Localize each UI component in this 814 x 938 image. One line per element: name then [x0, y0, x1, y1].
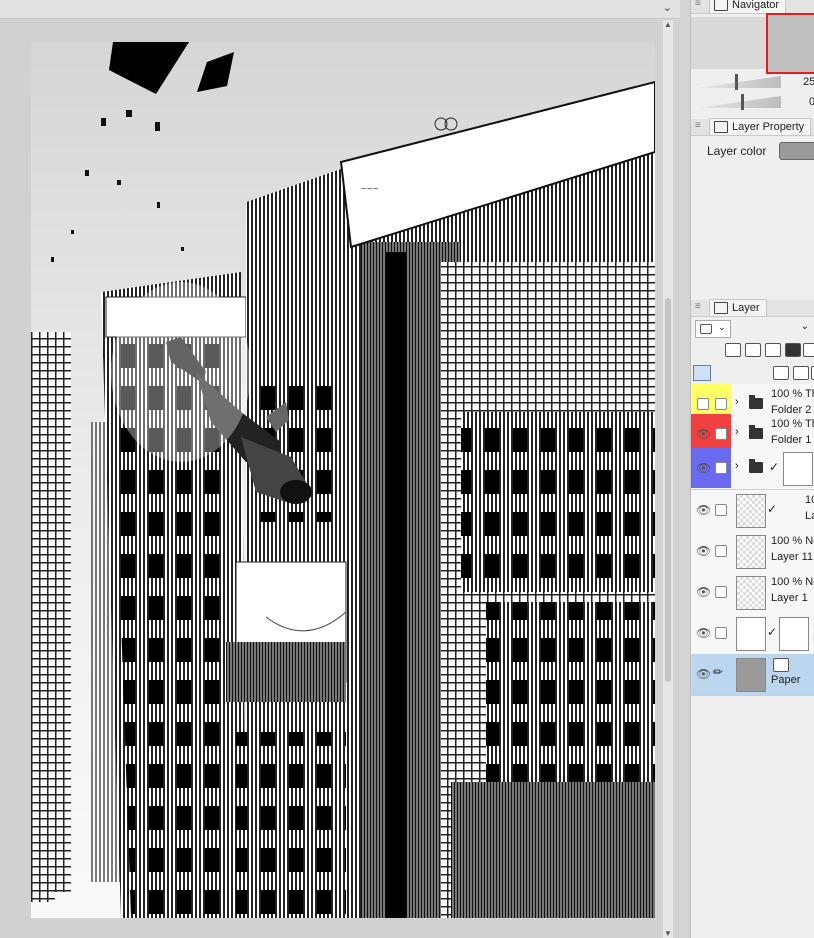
eye-icon[interactable]: 👁: [696, 503, 711, 517]
layer-row[interactable]: 👁 ✓ 1 F: [691, 613, 814, 655]
eye-icon[interactable]: 👁: [696, 667, 711, 681]
rotate-value: 0: [809, 96, 814, 108]
layer-thumbnail[interactable]: [736, 535, 766, 569]
frame-mask-thumbnail[interactable]: [779, 617, 809, 651]
scroll-up-arrow-icon[interactable]: ▲: [663, 20, 673, 29]
layer-stack-icon: [714, 302, 728, 314]
rotate-slider[interactable]: [697, 94, 781, 110]
layer-name: La: [805, 510, 814, 522]
layer-thumbnail[interactable]: [736, 576, 766, 610]
layer-name: Paper: [771, 674, 801, 686]
chevron-right-icon[interactable]: ›: [735, 460, 739, 472]
eye-icon[interactable]: 👁: [696, 585, 711, 599]
lock-box-icon[interactable]: [715, 545, 727, 557]
eye-icon[interactable]: 👁: [696, 626, 711, 640]
check-icon: ✓: [767, 625, 778, 639]
lock-transparent-icon[interactable]: [803, 343, 814, 357]
lock-box-icon[interactable]: [715, 398, 727, 410]
lock-icon[interactable]: [785, 343, 801, 357]
rotate-slider-knob[interactable]: [741, 94, 744, 110]
zoom-slider-knob[interactable]: [735, 74, 738, 90]
new-layer-icon[interactable]: [773, 366, 789, 380]
layer-name: Layer 11: [771, 551, 813, 563]
canvas-vertical-scrollbar[interactable]: ▲ ▼: [663, 20, 673, 938]
panel-grip-icon[interactable]: ≡: [695, 301, 701, 312]
chevron-right-icon[interactable]: ›: [735, 426, 739, 438]
layer-row[interactable]: 👁 100 % No Layer 1: [691, 572, 814, 614]
lock-box-icon[interactable]: [715, 462, 727, 474]
clipping-icon[interactable]: [725, 343, 741, 357]
layer-property-tab[interactable]: Layer Property: [709, 118, 812, 135]
new-vector-layer-icon[interactable]: [793, 366, 809, 380]
eye-icon[interactable]: 👁: [696, 461, 711, 475]
layer-name: Folder 1: [771, 434, 812, 446]
layer-color-swatch[interactable]: [779, 142, 814, 160]
layer-row[interactable]: 👁 › ✓: [691, 448, 814, 490]
eye-icon[interactable]: 👁: [696, 427, 711, 441]
chevron-down-icon[interactable]: ⌄: [801, 321, 809, 332]
layer-color-toggle-icon[interactable]: [693, 365, 711, 381]
artwork-canvas[interactable]: ~~~: [31, 42, 655, 918]
manga-artwork-illustration: ~~~: [31, 42, 655, 918]
lock-box-icon[interactable]: [715, 586, 727, 598]
layer-action-icons-row: [691, 362, 814, 384]
lock-box-icon[interactable]: [715, 627, 727, 639]
layer-color-label: Layer color: [707, 144, 767, 158]
layer-panel-header: ≡ Layer: [691, 299, 814, 317]
layer-opacity-blend: 100 % Th: [771, 388, 814, 400]
lock-box-icon[interactable]: [715, 504, 727, 516]
layer-row[interactable]: 👁 ✓ 10 La: [691, 490, 814, 532]
layer-property-icon: [714, 121, 728, 133]
visibility-box-icon[interactable]: [697, 398, 709, 410]
navigator-view-frame[interactable]: [766, 13, 814, 74]
layer-row-selected[interactable]: 👁 ✏ Paper: [691, 654, 814, 696]
layer-opacity-blend: 10: [805, 494, 814, 506]
layer-title: Layer: [732, 302, 760, 314]
draft-icon[interactable]: [765, 343, 781, 357]
folder-icon: [749, 395, 763, 409]
panel-grip-icon[interactable]: ≡: [695, 120, 701, 131]
layer-opacity-blend: 100 % No: [771, 535, 814, 547]
navigator-title: Navigator: [732, 0, 780, 11]
folder-icon: [749, 425, 763, 439]
layer-name: Layer 1: [771, 592, 808, 604]
canvas-area[interactable]: ⌄ ~~~ ▲ ▼: [0, 0, 680, 938]
svg-text:~~~: ~~~: [361, 184, 379, 195]
check-icon: ✓: [767, 502, 778, 516]
scrollbar-thumb[interactable]: [665, 298, 671, 682]
reference-icon[interactable]: [745, 343, 761, 357]
layer-opacity-blend: 100 % Th: [771, 418, 814, 430]
layer-thumbnail[interactable]: [736, 494, 766, 528]
zoom-slider[interactable]: [697, 74, 781, 90]
blend-mode-row: ⌄ ⌄: [691, 318, 814, 340]
paper-thumbnail[interactable]: [736, 658, 766, 692]
navigator-panel-header: ≡ Navigator: [691, 0, 814, 14]
navigator-tab[interactable]: Navigator: [709, 0, 787, 13]
canvas-topbar: ⌄: [0, 0, 680, 19]
blend-mode-dropdown[interactable]: ⌄: [695, 320, 731, 338]
panel-grip-icon[interactable]: ≡: [695, 0, 701, 9]
right-side-panels: ≡ Navigator 25 0 ≡ Layer Property Layer …: [690, 0, 814, 938]
pencil-icon[interactable]: ✏: [713, 665, 723, 679]
layer-row[interactable]: 👁 100 % No Layer 11: [691, 531, 814, 573]
layer-tab[interactable]: Layer: [709, 299, 767, 316]
layer-property-title: Layer Property: [732, 121, 805, 133]
navigator-icon: [714, 0, 728, 11]
lock-box-icon[interactable]: [715, 428, 727, 440]
paper-icon: [773, 658, 789, 672]
scroll-down-arrow-icon[interactable]: ▼: [663, 929, 673, 938]
chevron-down-icon: ⌄: [718, 322, 726, 332]
layer-opacity-blend: 100 % No: [771, 576, 814, 588]
chevron-right-icon[interactable]: ›: [735, 396, 739, 408]
layer-mask-thumbnail[interactable]: [783, 452, 813, 486]
zoom-value: 25: [803, 76, 814, 88]
layer-property-panel-header: ≡ Layer Property: [691, 118, 814, 136]
folder-icon: [749, 459, 763, 473]
check-icon: ✓: [769, 460, 780, 474]
chevron-down-icon[interactable]: ⌄: [663, 1, 672, 14]
frame-layer-thumbnail[interactable]: [736, 617, 766, 651]
eye-icon[interactable]: 👁: [696, 544, 711, 558]
layer-option-icons-row: [691, 340, 814, 360]
